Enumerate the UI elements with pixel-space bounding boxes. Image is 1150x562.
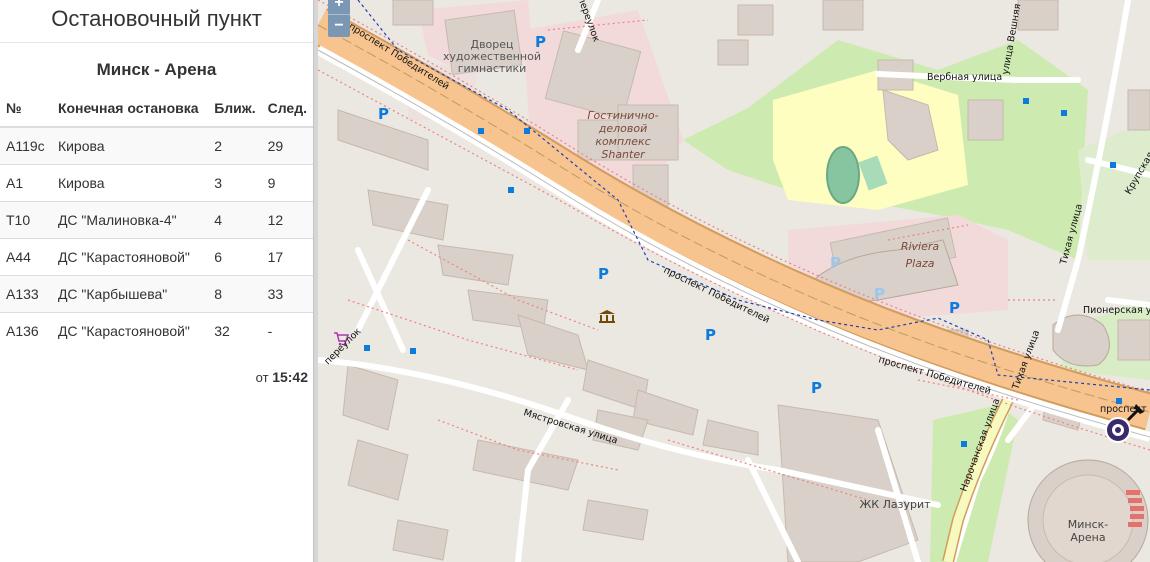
pionerskaya-label: Пионерская улица — [1083, 305, 1150, 316]
zoom-control: + − — [328, 0, 350, 37]
terminal-stop: ДС "Карастояновой" — [51, 312, 209, 349]
table-row[interactable]: A44 ДС "Карастояновой" 6 17 — [0, 238, 313, 276]
riviera-label-1: Riviera — [901, 240, 940, 253]
following-arrival: 33 — [261, 275, 313, 313]
terminal-stop: Кирова — [51, 164, 209, 202]
shanter-label-2: деловой — [598, 122, 648, 135]
bus-stop-icon — [961, 441, 967, 447]
following-arrival: 29 — [261, 126, 313, 165]
following-arrival: - — [261, 312, 313, 349]
col-next-header: Ближ. — [208, 90, 262, 128]
bus-stop-icon — [1061, 110, 1067, 116]
stop-marker-icon[interactable] — [1105, 417, 1131, 443]
parking-icon: P — [874, 285, 885, 303]
next-arrival: 6 — [208, 238, 262, 276]
zoom-in-button[interactable]: + — [328, 0, 350, 15]
col-route-header: № — [0, 90, 52, 128]
departures-table: № Конечная остановка Ближ. След. A119c К… — [0, 90, 313, 349]
terminal-stop: ДС "Карбышева" — [51, 275, 209, 313]
parking-icon: P — [830, 254, 841, 272]
route-number: A136 — [0, 312, 52, 349]
departure-panel: Остановочный пункт Минск - Арена № Конеч… — [0, 0, 313, 562]
table-header-row: № Конечная остановка Ближ. След. — [0, 90, 313, 128]
avenue-label: проспект Победителей — [1100, 404, 1150, 415]
col-after-header: След. — [261, 90, 313, 128]
time-value: 15:42 — [272, 369, 308, 385]
bus-stop-icon — [1110, 162, 1116, 168]
table-row[interactable]: A1 Кирова 3 9 — [0, 164, 313, 202]
next-arrival: 32 — [208, 312, 262, 349]
parking-icon: P — [598, 265, 609, 283]
bus-stop-icon — [364, 345, 370, 351]
route-number: A44 — [0, 238, 52, 276]
next-arrival: 4 — [208, 201, 262, 239]
shanter-label-3: комплекс — [595, 135, 650, 148]
col-terminal-header: Конечная остановка — [51, 90, 209, 128]
bus-stop-icon — [478, 128, 484, 134]
lazurit-label: ЖК Лазурит — [859, 498, 931, 511]
route-number: A133 — [0, 275, 52, 313]
shanter-label-4: Shanter — [601, 148, 646, 161]
bus-stop-icon — [410, 348, 416, 354]
stadium-track — [826, 146, 860, 204]
route-number: T10 — [0, 201, 52, 239]
palace-label-3: гимнастики — [458, 62, 527, 75]
map-canvas[interactable]: P P P P P P P P Дворец художественной ги… — [318, 0, 1150, 562]
table-row[interactable]: T10 ДС "Малиновка-4" 4 12 — [0, 201, 313, 239]
terminal-stop: Кирова — [51, 126, 209, 165]
bus-stop-icon — [524, 128, 530, 134]
next-arrival: 2 — [208, 126, 262, 165]
bus-stop-icon — [508, 187, 514, 193]
following-arrival: 17 — [261, 238, 313, 276]
arena-label-2: Арена — [1070, 531, 1105, 544]
following-arrival: 9 — [261, 164, 313, 202]
table-row[interactable]: A133 ДС "Карбышева" 8 33 — [0, 275, 313, 313]
shanter-label-1: Гостинично- — [587, 109, 658, 122]
bus-stop-icon — [1023, 98, 1029, 104]
route-number: A119c — [0, 126, 52, 165]
terminal-stop: ДС "Карастояновой" — [51, 238, 209, 276]
following-arrival: 12 — [261, 201, 313, 239]
route-number: A1 — [0, 164, 52, 202]
next-arrival: 8 — [208, 275, 262, 313]
terminal-stop: ДС "Малиновка-4" — [51, 201, 209, 239]
park-area — [1078, 120, 1150, 260]
parking-icon: P — [535, 33, 546, 51]
museum-icon — [599, 310, 615, 323]
panel-title: Остановочный пункт — [51, 6, 262, 31]
parking-icon: P — [705, 326, 716, 344]
map-view[interactable]: P P P P P P P P Дворец художественной ги… — [318, 0, 1150, 562]
arena-label-1: Минск- — [1068, 518, 1109, 531]
stop-name: Минск - Арена — [96, 60, 217, 79]
next-arrival: 3 — [208, 164, 262, 202]
zoom-out-button[interactable]: − — [328, 15, 350, 37]
verbnaya-label: Вербная улица — [927, 72, 1002, 83]
time-prefix: от — [255, 370, 269, 385]
update-time: от 15:42 — [0, 369, 313, 385]
table-row[interactable]: A136 ДС "Карастояновой" 32 - — [0, 312, 313, 349]
panel-header: Остановочный пункт — [0, 0, 313, 43]
table-row[interactable]: A119c Кирова 2 29 — [0, 126, 313, 165]
riviera-label-2: Plaza — [906, 257, 935, 270]
parking-icon: P — [378, 105, 389, 123]
parking-icon: P — [949, 299, 960, 317]
parking-icon: P — [811, 379, 822, 397]
